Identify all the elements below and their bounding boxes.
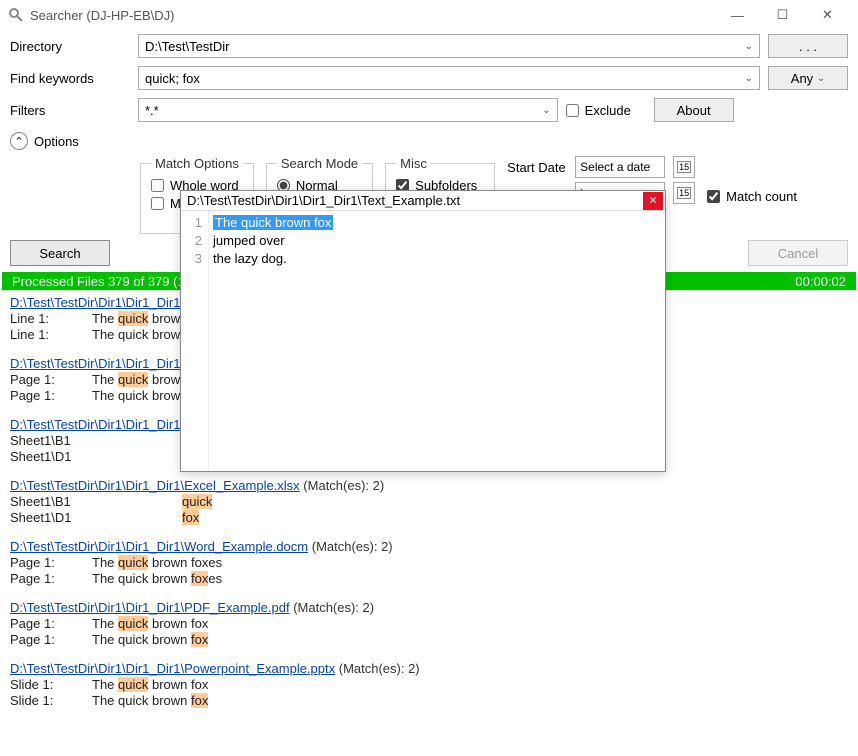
result-file-link[interactable]: D:\Test\TestDir\Dir1\Dir1_Dir1\ xyxy=(10,356,184,371)
preview-line-2: jumped over xyxy=(213,231,661,249)
title-bar: Searcher (DJ-HP-EB\DJ) — ☐ ✕ xyxy=(0,0,858,30)
preview-close-button[interactable]: ✕ xyxy=(643,192,663,210)
any-button[interactable]: Any ⌄ xyxy=(768,66,848,90)
collapse-options-icon[interactable]: ⌃ xyxy=(10,132,28,150)
app-icon xyxy=(8,7,24,23)
close-button[interactable]: ✕ xyxy=(805,0,850,30)
calendar-icon[interactable]: 15 xyxy=(673,156,695,178)
result-line[interactable]: Page 1:The quick brown foxes xyxy=(10,555,848,570)
directory-label: Directory xyxy=(10,39,130,54)
search-button[interactable]: Search xyxy=(10,240,110,266)
result-file-link[interactable]: D:\Test\TestDir\Dir1\Dir1_Dir1\ xyxy=(10,295,184,310)
filters-label: Filters xyxy=(10,103,130,118)
keywords-label: Find keywords xyxy=(10,71,130,86)
match-count-text: (Match(es): 2) xyxy=(300,478,385,493)
result-file-link[interactable]: D:\Test\TestDir\Dir1\Dir1_Dir1\ xyxy=(10,417,184,432)
status-time: 00:00:02 xyxy=(795,274,846,289)
chevron-down-icon: ⌄ xyxy=(745,41,753,52)
result-line[interactable]: Page 1:The quick brown fox xyxy=(10,616,848,631)
preview-line-3: the lazy dog. xyxy=(213,249,661,267)
start-date-label: Start Date xyxy=(507,160,567,175)
match-count-text: (Match(es): 2) xyxy=(308,539,393,554)
directory-input[interactable]: D:\Test\TestDir ⌄ xyxy=(138,34,760,58)
result-line[interactable]: Slide 1:The quick brown fox xyxy=(10,693,848,708)
result-line[interactable]: Page 1:The quick brown fox xyxy=(10,632,848,647)
result-line[interactable]: Slide 1:The quick brown fox xyxy=(10,677,848,692)
result-file-link[interactable]: D:\Test\TestDir\Dir1\Dir1_Dir1\Excel_Exa… xyxy=(10,478,300,493)
start-date-input[interactable]: Select a date xyxy=(575,156,665,178)
preview-body[interactable]: 123 The quick brown fox jumped over the … xyxy=(181,211,665,471)
match-count-text: (Match(es): 2) xyxy=(290,600,375,615)
keywords-input[interactable]: quick; fox ⌄ xyxy=(138,66,760,90)
chevron-down-icon: ⌄ xyxy=(817,73,825,84)
result-line[interactable]: Sheet1\B1quick xyxy=(10,494,848,509)
result-file-link[interactable]: D:\Test\TestDir\Dir1\Dir1_Dir1\Word_Exam… xyxy=(10,539,308,554)
options-label: Options xyxy=(34,134,79,149)
result-line[interactable]: Page 1:The quick brown foxes xyxy=(10,571,848,586)
match-count-text: (Match(es): 2) xyxy=(335,661,420,676)
minimize-button[interactable]: — xyxy=(715,0,760,30)
preview-line-1: The quick brown fox xyxy=(213,215,333,230)
preview-title-text: D:\Test\TestDir\Dir1\Dir1_Dir1\Text_Exam… xyxy=(187,193,643,208)
match-count-checkbox[interactable]: Match count xyxy=(707,162,797,231)
preview-popup: D:\Test\TestDir\Dir1\Dir1_Dir1\Text_Exam… xyxy=(180,190,666,472)
exclude-checkbox[interactable]: Exclude xyxy=(566,103,646,118)
chevron-down-icon: ⌄ xyxy=(542,105,550,116)
result-line[interactable]: Sheet1\D1fox xyxy=(10,510,848,525)
result-file-link[interactable]: D:\Test\TestDir\Dir1\Dir1_Dir1\Powerpoin… xyxy=(10,661,335,676)
calendar-icon[interactable]: 15 xyxy=(673,182,695,204)
browse-button[interactable]: . . . xyxy=(768,34,848,58)
result-file-link[interactable]: D:\Test\TestDir\Dir1\Dir1_Dir1\PDF_Examp… xyxy=(10,600,290,615)
cancel-button[interactable]: Cancel xyxy=(748,240,848,266)
filters-input[interactable]: *.* ⌄ xyxy=(138,98,558,122)
maximize-button[interactable]: ☐ xyxy=(760,0,805,30)
line-gutter: 123 xyxy=(181,211,209,471)
window-title: Searcher (DJ-HP-EB\DJ) xyxy=(30,8,715,23)
chevron-down-icon: ⌄ xyxy=(745,73,753,84)
about-button[interactable]: About xyxy=(654,98,734,122)
